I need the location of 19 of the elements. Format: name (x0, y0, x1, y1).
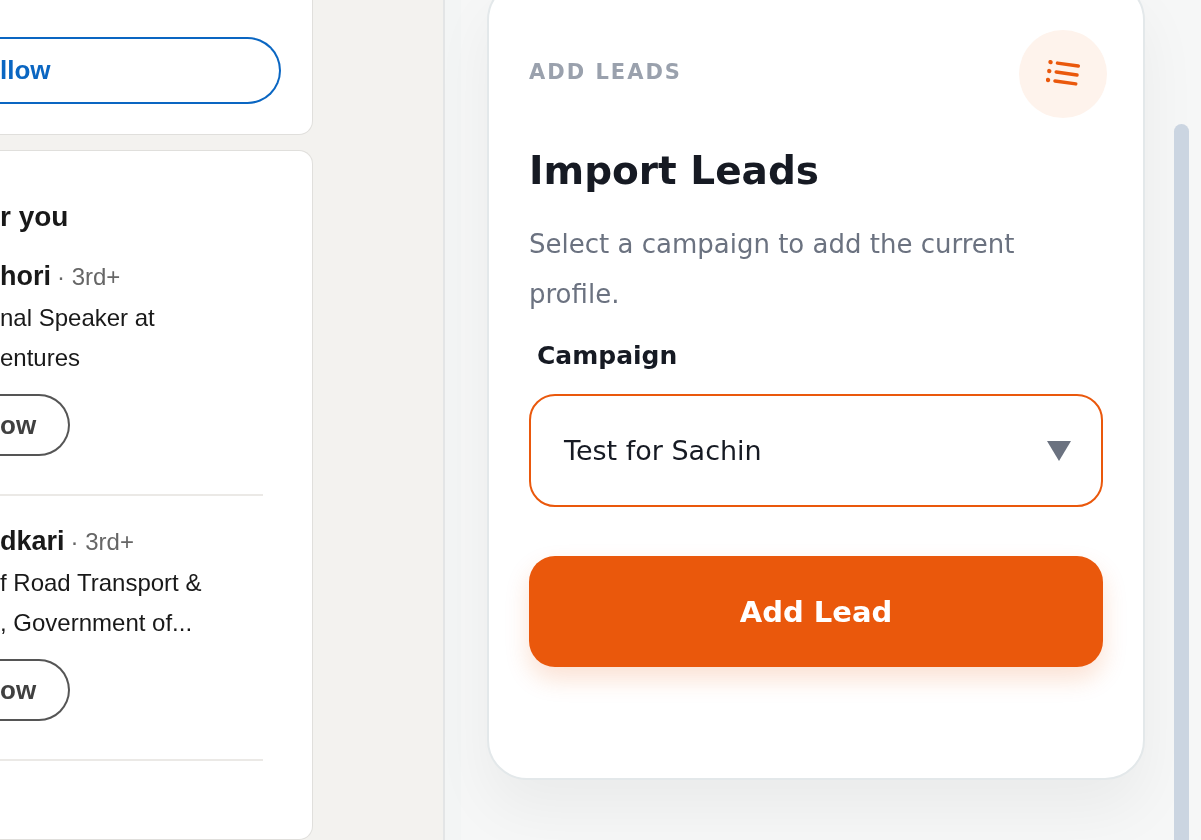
person-headline: f Road Transport & , Government of... (0, 568, 203, 638)
connection-degree: · 3rd+ (70, 528, 134, 556)
follow-button[interactable]: ow (0, 394, 70, 456)
list-icon (1046, 60, 1080, 88)
add-lead-button[interactable]: Add Lead (529, 556, 1103, 667)
person-headline: nal Speaker at entures (0, 303, 156, 373)
campaign-select[interactable]: Test for Sachin (529, 394, 1103, 507)
card-title: Import Leads (529, 148, 821, 193)
section-heading: r you (0, 201, 70, 233)
follow-button[interactable]: ow (0, 659, 70, 721)
scrollbar-thumb[interactable] (1173, 124, 1189, 840)
section-eyebrow: ADD LEADS (529, 60, 682, 84)
connection-degree: · 3rd+ (57, 263, 121, 291)
follow-button[interactable]: llow (0, 37, 281, 104)
person-name[interactable]: dkari (0, 526, 65, 557)
person-name[interactable]: hori (0, 261, 51, 292)
field-label: Campaign (537, 341, 679, 370)
card-description: Select a campaign to add the current profile. (529, 228, 1016, 311)
caret-icon (1047, 440, 1071, 461)
